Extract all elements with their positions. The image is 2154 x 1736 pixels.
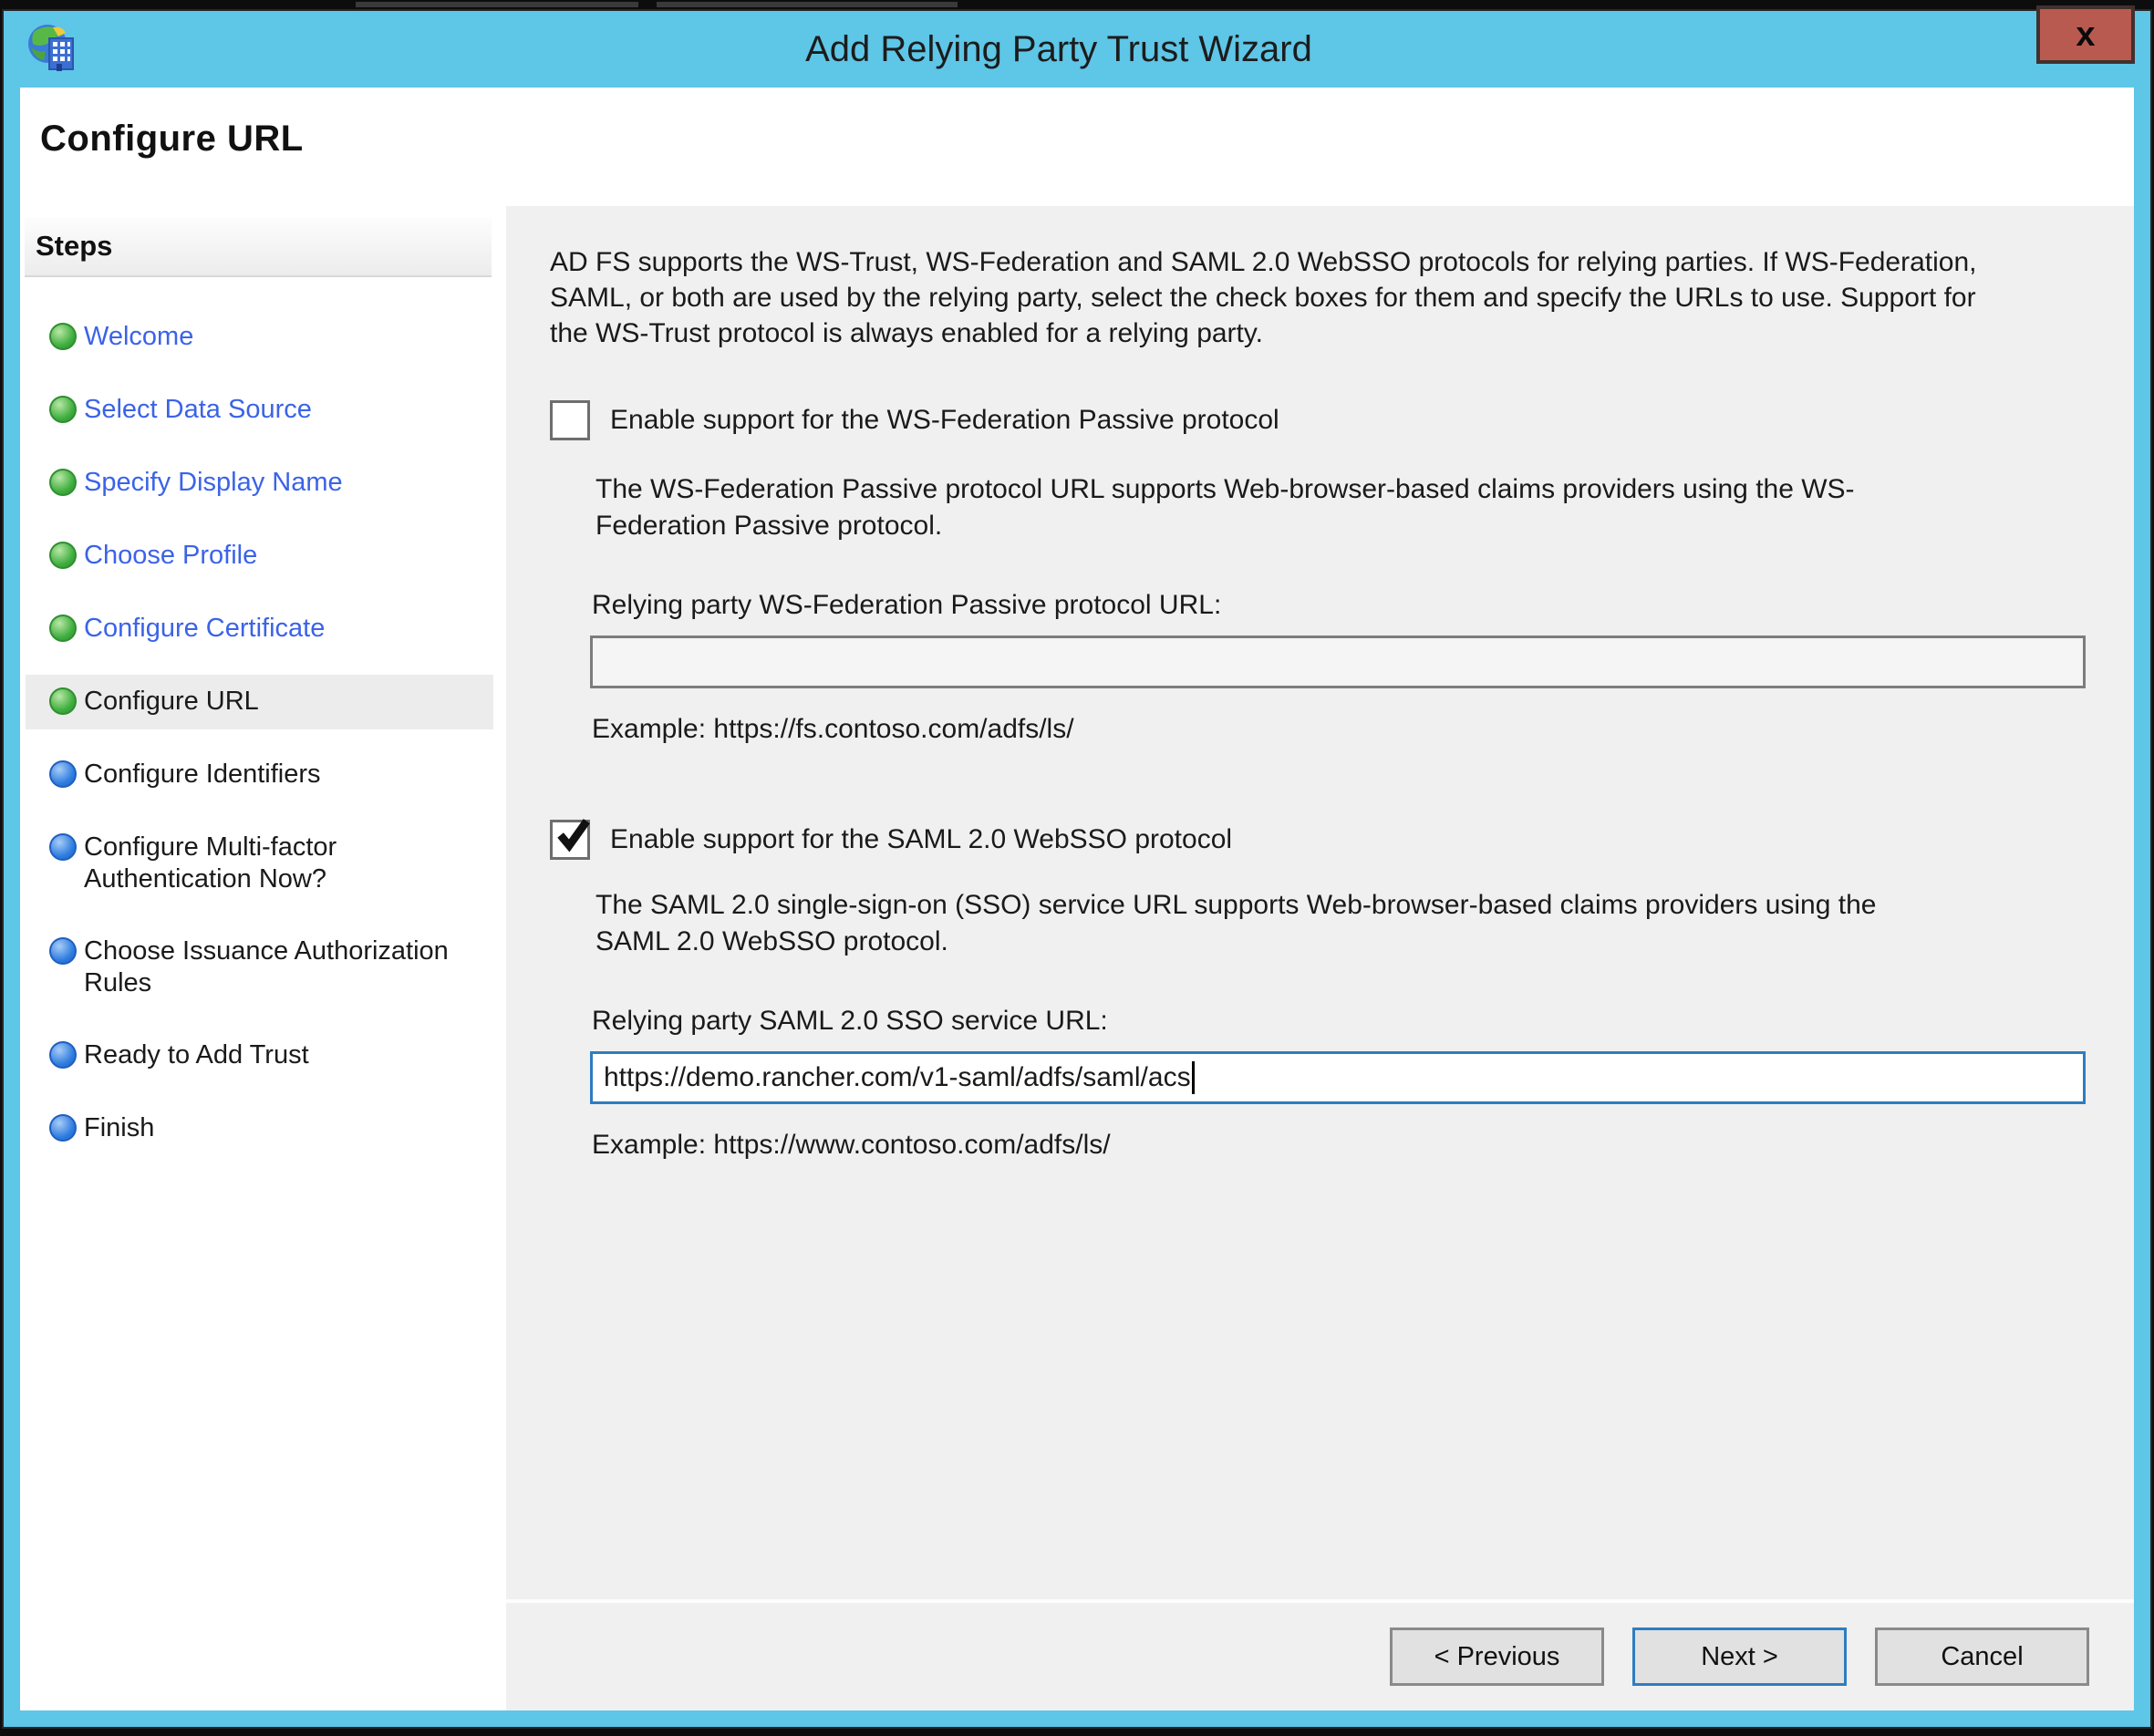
sidebar-step-label: Choose Profile (84, 541, 258, 570)
text-caret (1191, 1061, 1195, 1094)
wsfed-checkbox-row: Enable support for the WS-Federation Pas… (550, 400, 2086, 440)
sidebar-step-label: Configure Multi-factor Authentication No… (84, 832, 337, 894)
saml-url-label: Relying party SAML 2.0 SSO service URL: (592, 1006, 1108, 1036)
sidebar-step-label: Specify Display Name (84, 468, 343, 497)
steps-heading: Steps (25, 217, 492, 277)
wsfed-url-label: Relying party WS-Federation Passive prot… (592, 590, 1222, 620)
sidebar-step-label: Finish (84, 1113, 155, 1142)
titlebar: Add Relying Party Trust Wizard x (4, 5, 2150, 88)
wsfed-checkbox-label: Enable support for the WS-Federation Pas… (610, 405, 1279, 435)
background-window-edge (657, 2, 958, 7)
sidebar-step: Configure URL (26, 675, 493, 729)
previous-button[interactable]: < Previous (1390, 1628, 1604, 1686)
sidebar-step: Welcome (26, 310, 493, 365)
saml-url-value: https://demo.rancher.com/v1-saml/adfs/sa… (604, 1062, 1191, 1092)
wsfed-passive-url-input (590, 636, 2086, 688)
sidebar-step: Specify Display Name (26, 456, 493, 511)
wizard-window: Add Relying Party Trust Wizard x Configu… (2, 5, 2152, 1729)
saml-checkbox-label: Enable support for the SAML 2.0 WebSSO p… (610, 824, 1233, 854)
wsfed-example-text: Example: https://fs.contoso.com/adfs/ls/ (592, 714, 1074, 744)
background-window-edge (356, 2, 638, 7)
sidebar-step-label: Configure Certificate (84, 614, 326, 643)
step-pending-icon (49, 937, 77, 965)
sidebar-step: Choose Issuance Authorization Rules (26, 925, 493, 1010)
window-title: Add Relying Party Trust Wizard (805, 28, 1312, 69)
step-done-icon (49, 469, 77, 496)
step-pending-icon (49, 1041, 77, 1069)
step-done-icon (49, 323, 77, 350)
step-pending-icon (49, 833, 77, 861)
sidebar-step-label: Choose Issuance Authorization Rules (84, 936, 449, 997)
sidebar-step: Choose Profile (26, 529, 493, 584)
saml-checkbox-row: Enable support for the SAML 2.0 WebSSO p… (550, 819, 2086, 860)
next-button[interactable]: Next > (1632, 1628, 1847, 1686)
wsfed-description: The WS-Federation Passive protocol URL s… (595, 474, 1855, 541)
sidebar-step-label: Ready to Add Trust (84, 1040, 309, 1070)
close-button[interactable]: x (2036, 5, 2135, 64)
sidebar-step-label: Select Data Source (84, 395, 312, 424)
wsfed-passive-checkbox[interactable] (550, 400, 590, 440)
sidebar-step-label: Configure URL (84, 687, 259, 716)
wizard-button-bar: < Previous Next > Cancel (506, 1599, 2134, 1710)
intro-text: AD FS supports the WS-Trust, WS-Federati… (550, 247, 1977, 348)
checkmark-icon (557, 819, 590, 852)
saml-example-text: Example: https://www.contoso.com/adfs/ls… (592, 1130, 1111, 1160)
sidebar-step: Finish (26, 1101, 493, 1156)
sidebar-step: Configure Certificate (26, 602, 493, 656)
steps-sidebar: Steps Welcome Select Data Source Specify D… (20, 206, 506, 1710)
page-title: Configure URL (40, 119, 304, 159)
step-done-icon (49, 687, 77, 715)
page-header: Configure URL (20, 88, 2134, 206)
step-done-icon (49, 542, 77, 569)
step-done-icon (49, 615, 77, 642)
sidebar-step: Configure Identifiers (26, 748, 493, 802)
sidebar-step-label: Configure Identifiers (84, 760, 321, 789)
screen-top-strip (0, 0, 2154, 9)
step-done-icon (49, 396, 77, 423)
wizard-body: Steps Welcome Select Data Source Specify D… (20, 206, 2134, 1710)
wizard-panel: Configure URL Steps Welcome Select Data S… (20, 88, 2134, 1710)
saml-description: The SAML 2.0 single-sign-on (SSO) servic… (595, 890, 1877, 956)
sidebar-step: Configure Multi-factor Authentication No… (26, 821, 493, 906)
sidebar-step: Select Data Source (26, 383, 493, 438)
step-pending-icon (49, 1114, 77, 1142)
configure-url-pane: AD FS supports the WS-Trust, WS-Federati… (506, 206, 2134, 1710)
sidebar-step: Ready to Add Trust (26, 1028, 493, 1083)
adfs-app-icon (28, 25, 74, 71)
steps-list: Welcome Select Data Source Specify Display… (20, 277, 506, 1156)
step-pending-icon (49, 760, 77, 788)
sidebar-step-label: Welcome (84, 322, 194, 351)
saml-websso-checkbox[interactable] (550, 819, 590, 860)
saml-sso-url-input[interactable]: https://demo.rancher.com/v1-saml/adfs/sa… (590, 1051, 2086, 1104)
cancel-button[interactable]: Cancel (1875, 1628, 2089, 1686)
